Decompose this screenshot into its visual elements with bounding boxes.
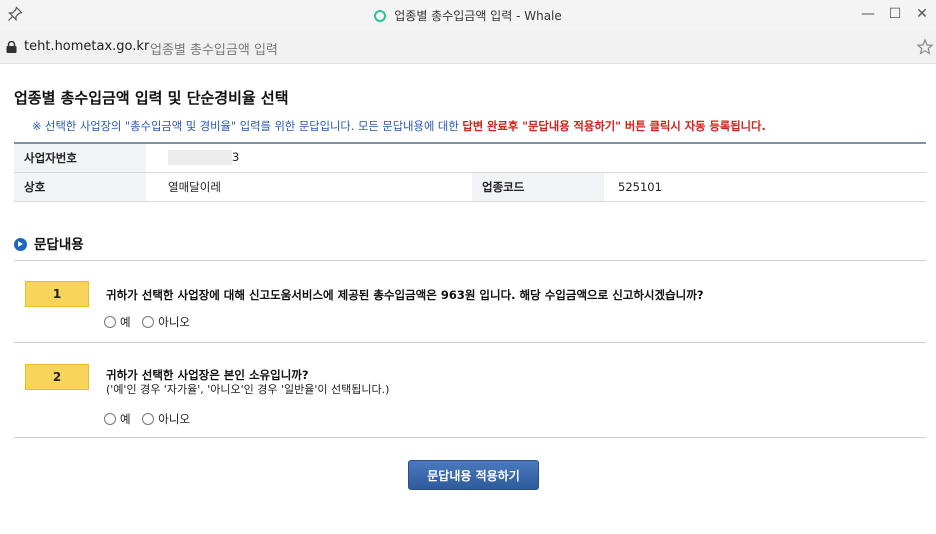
question-1-options: 예 아니오 <box>104 314 198 330</box>
divider <box>14 437 926 438</box>
q1-yes-label[interactable]: 예 <box>120 315 131 329</box>
table-row: 사업자번호 3 <box>14 143 926 173</box>
notice-emphasis: 답변 완료후 "문답내용 적용하기" 버튼 클릭시 자동 등록됩니다. <box>462 120 766 133</box>
industry-code-label: 업종코드 <box>472 172 604 202</box>
table-row: 상호 열매달이레 업종코드 525101 <box>14 172 926 202</box>
trade-name-label: 상호 <box>14 172 146 202</box>
lock-icon <box>6 41 17 53</box>
favorite-star-icon[interactable] <box>916 38 934 56</box>
whale-status-icon <box>374 10 387 22</box>
q1-yes-radio[interactable] <box>104 316 116 328</box>
address-page-title: 업종별 총수입금액 입력 <box>150 43 278 58</box>
apply-answers-button[interactable]: 문답내용 적용하기 <box>408 460 539 490</box>
business-number-text: 3 <box>232 150 240 165</box>
notice-plain: ※ 선택한 사업장의 "총수입금액 및 경비율" 입력를 위한 문답입니다. 모… <box>32 120 463 133</box>
masked-number <box>168 150 232 166</box>
question-number-badge: 1 <box>25 281 89 307</box>
address-bar[interactable]: teht.hometax.go.kr 업종별 총수입금액 입력 <box>0 30 936 64</box>
divider <box>14 260 926 261</box>
q2-yes-radio[interactable] <box>104 413 116 425</box>
business-number-value: 3 <box>146 143 926 173</box>
question-text: 귀하가 선택한 사업장에 대해 신고도움서비스에 제공된 총수입금액은 963원… <box>106 288 704 302</box>
question-number-badge: 2 <box>25 364 89 390</box>
minimize-button[interactable]: — <box>858 4 878 24</box>
q1-no-label[interactable]: 아니오 <box>158 315 190 329</box>
window-titlebar: 업종별 총수입금액 입력 - Whale — ☐ ✕ <box>0 0 936 30</box>
q2-yes-label[interactable]: 예 <box>120 412 131 426</box>
window-title: 업종별 총수입금액 입력 - Whale <box>394 9 562 23</box>
q2-no-radio[interactable] <box>142 413 155 425</box>
window-title-area: 업종별 총수입금액 입력 - Whale <box>0 7 936 24</box>
notice-text: ※ 선택한 사업장의 "총수입금액 및 경비율" 입력를 위한 문답입니다. 모… <box>32 118 766 134</box>
business-info-table: 사업자번호 3 상호 열매달이레 업종코드 525101 <box>14 142 926 202</box>
trade-name-value: 열매달이레 <box>146 172 472 202</box>
section-bullet-icon <box>14 238 27 251</box>
maximize-button[interactable]: ☐ <box>885 4 905 24</box>
business-number-label: 사업자번호 <box>14 143 146 173</box>
q1-no-radio[interactable] <box>142 316 155 328</box>
divider <box>14 342 926 343</box>
page-title: 업종별 총수입금액 입력 및 단순경비율 선택 <box>14 89 289 107</box>
question-2-options: 예 아니오 <box>104 411 198 427</box>
qa-section-label: 문답내용 <box>34 237 84 253</box>
qa-section-title: 문답내용 <box>14 233 84 253</box>
close-button[interactable]: ✕ <box>912 4 932 24</box>
question-subtext: ('예'인 경우 '자가율', '아니오'인 경우 '일반율'이 선택됩니다.) <box>106 383 390 396</box>
q2-no-label[interactable]: 아니오 <box>158 412 190 426</box>
address-domain[interactable]: teht.hometax.go.kr <box>24 39 149 54</box>
industry-code-value: 525101 <box>604 172 926 202</box>
